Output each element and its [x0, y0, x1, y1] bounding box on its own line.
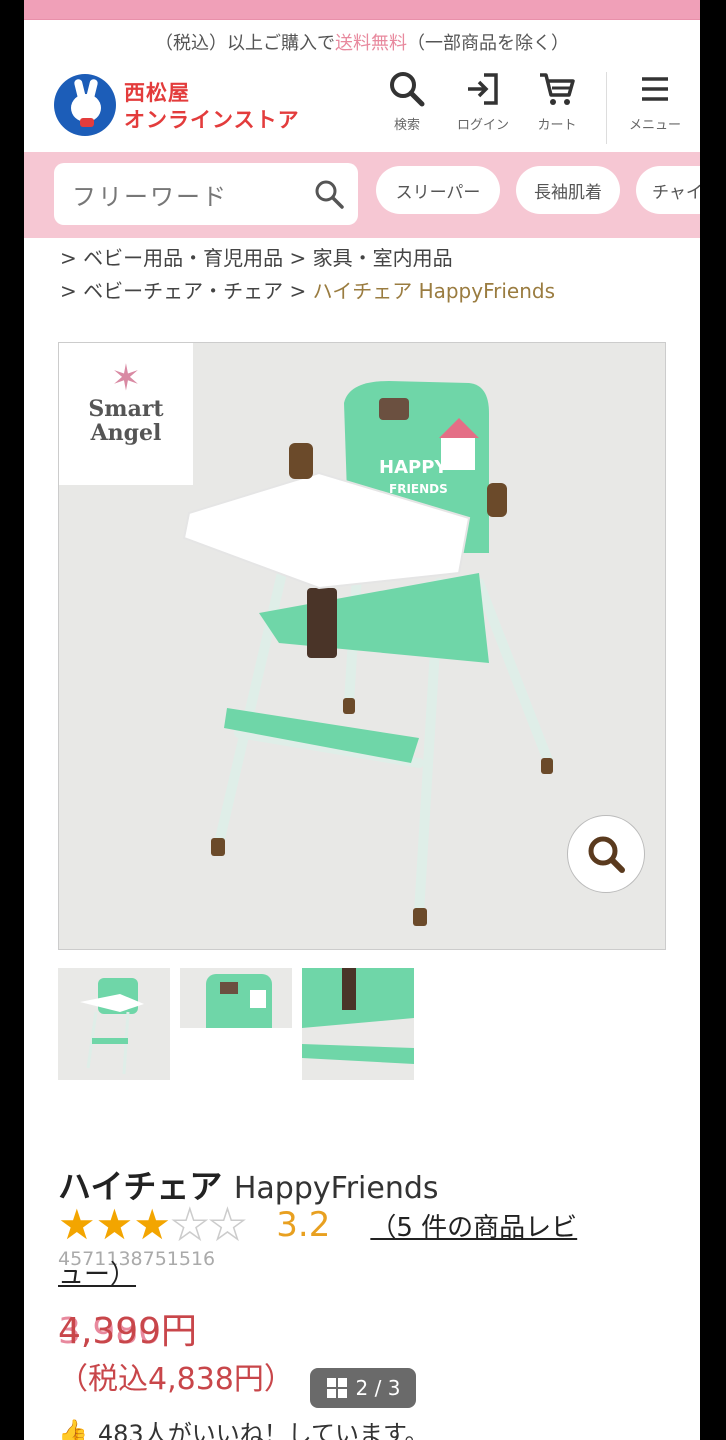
login-nav-label: ログイン [456, 118, 509, 133]
star-filled-icon: ★ [133, 1200, 171, 1249]
product-brand: HappyFriends [233, 1171, 439, 1206]
price-with-tax: （税込4,838円） [58, 1362, 294, 1397]
price: 4,399円 [58, 1311, 198, 1352]
breadcrumb-current: ハイチェア HappyFriends [312, 279, 556, 303]
search-icon[interactable] [312, 177, 346, 211]
search-nav-button[interactable]: 検索 [372, 70, 442, 133]
rating-score: 3.2 [276, 1205, 331, 1245]
search-placeholder: フリーワード [72, 182, 228, 211]
store-name[interactable]: 西松屋 オンラインストア [124, 80, 300, 134]
zoom-button[interactable] [567, 815, 645, 893]
hamburger-menu-icon [642, 77, 668, 101]
store-name-line1: 西松屋 [124, 81, 190, 105]
thumbnail-3[interactable] [302, 968, 414, 1080]
keyword-chip[interactable]: 長袖肌着 [516, 166, 620, 214]
menu-nav-button[interactable]: メニュー [620, 70, 690, 133]
logo-text-line2: Angel [90, 420, 162, 446]
shipping-promo: 3,980円 （税込）以上ご購入で 送料無料 （一部商品を除く） [24, 20, 700, 1352]
nav-divider [606, 72, 607, 144]
cart-icon [540, 73, 575, 105]
search-nav-label: 検索 [393, 118, 420, 133]
star-logo-icon: ✶ [110, 358, 142, 399]
chair-print-text: HAPPY [379, 457, 448, 478]
likes-row: 👍 483人がいいね！しています。 [58, 1414, 429, 1440]
rabbit-logo-icon[interactable] [54, 74, 116, 136]
login-icon [468, 73, 498, 105]
menu-nav-label: メニュー [628, 118, 681, 133]
cart-nav-label: カート [537, 118, 577, 133]
search-input[interactable]: フリーワード [54, 163, 358, 225]
thumbnail-2[interactable] [180, 968, 292, 1080]
grid-icon [326, 1378, 347, 1398]
promo-free-shipping: 送料無料 [335, 33, 407, 54]
star-empty-icon: ★ [170, 1200, 209, 1249]
breadcrumb-link[interactable]: ベビーチェア・チェア [83, 279, 283, 303]
magnifier-icon [588, 836, 625, 873]
site-header: 西松屋 オンラインストア 検索 ログイン カート メニュー [24, 64, 700, 152]
thumbs-up-icon[interactable]: 👍 [58, 1418, 88, 1440]
chair-print-text: FRIENDS [389, 482, 448, 496]
review-link-text: （5 件の商品レビ [370, 1212, 578, 1243]
star-empty-icon: ★ [208, 1200, 247, 1249]
keyword-chip[interactable]: チャイ [636, 166, 700, 214]
promo-text: （税込）以上ご購入で [155, 33, 335, 54]
review-link[interactable]: （5 件の商品レビ [370, 1207, 577, 1244]
cart-nav-button[interactable]: カート [522, 70, 592, 133]
likes-count: 483人がいいね！しています。 [97, 1420, 429, 1440]
product-page: 3,980円 （税込）以上ご購入で 送料無料 （一部商品を除く） 西松屋 オンラ… [24, 0, 700, 1440]
search-band: フリーワード スリーパー 長袖肌着 チャイ [24, 152, 700, 238]
top-accent-bar [24, 0, 700, 20]
breadcrumb: > ベビー用品・育児用品 > 家具・室内用品 > ベビーチェア・チェア > ハイ… [60, 246, 556, 303]
login-nav-button[interactable]: ログイン [448, 70, 518, 133]
star-filled-icon: ★ [58, 1200, 96, 1249]
star-filled-icon: ★ [95, 1200, 134, 1249]
review-link-continued[interactable]: ュー） [58, 1254, 136, 1291]
pager-text: 2 / 3 [355, 1376, 401, 1400]
promo-note: （一部商品を除く） [407, 33, 569, 54]
product-main-image[interactable]: HAPPY FRIENDS ✶ Smart Angel [58, 342, 666, 950]
keyword-chip[interactable]: スリーパー [376, 166, 500, 214]
breadcrumb-link[interactable]: 家具・室内用品 [313, 246, 453, 270]
smart-angel-logo: ✶ Smart Angel [59, 343, 193, 485]
rating-row: ★ ★ ★ ★ ★ 3.2 （5 件の商品レビ [58, 1200, 577, 1249]
logo-text-line1: Smart [88, 396, 164, 422]
search-icon [390, 72, 425, 107]
breadcrumb-link[interactable]: ベビー用品・育児用品 [83, 246, 283, 270]
store-name-line2: オンラインストア [124, 108, 300, 132]
thumbnail-strip [58, 968, 414, 1080]
thumbnail-1[interactable] [58, 968, 170, 1080]
image-pager[interactable]: 2 / 3 [310, 1368, 416, 1408]
